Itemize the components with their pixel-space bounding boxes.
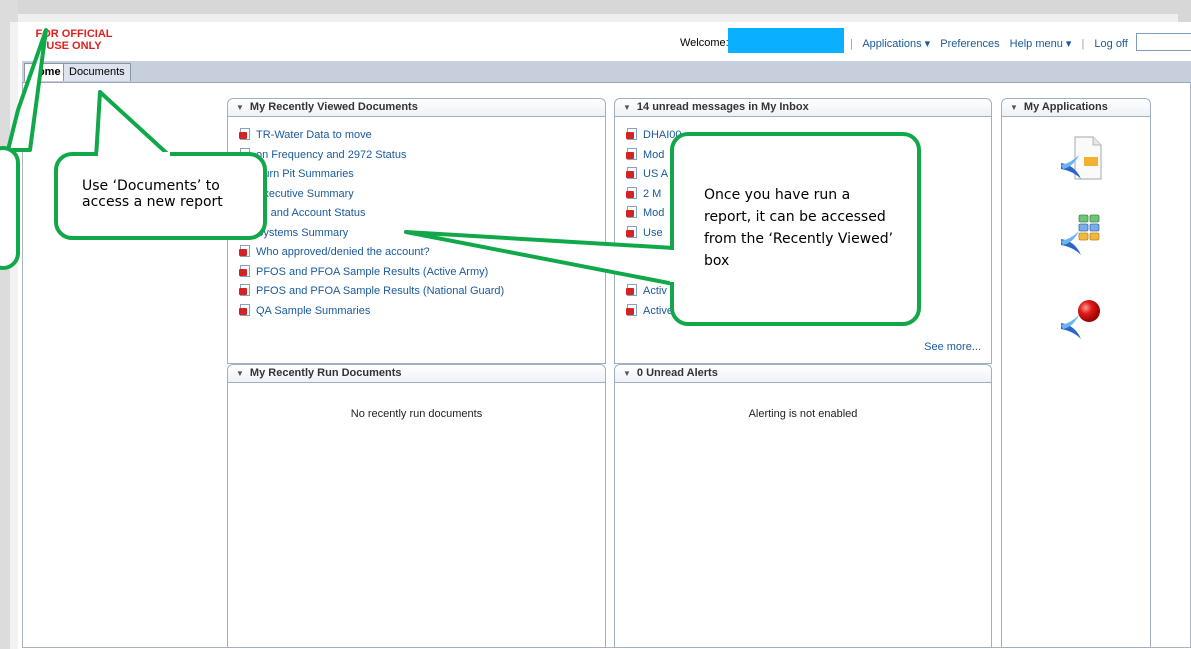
documents-callout-pointer <box>94 90 174 160</box>
callout-joint <box>98 152 170 157</box>
documents-callout: Use ‘Documents’ to access a new report <box>54 152 267 240</box>
callout-pointers <box>6 28 676 286</box>
recently-viewed-callout-text: Once you have run a report, it can be ac… <box>704 187 894 269</box>
partial-callout-box <box>0 146 20 270</box>
recently-viewed-callout: Once you have run a report, it can be ac… <box>670 132 921 326</box>
documents-callout-text: Use ‘Documents’ to access a new report <box>82 178 223 210</box>
left-callout-pointer <box>6 28 48 152</box>
recently-viewed-callout-pointer <box>404 230 676 286</box>
callout-joint <box>670 250 675 282</box>
